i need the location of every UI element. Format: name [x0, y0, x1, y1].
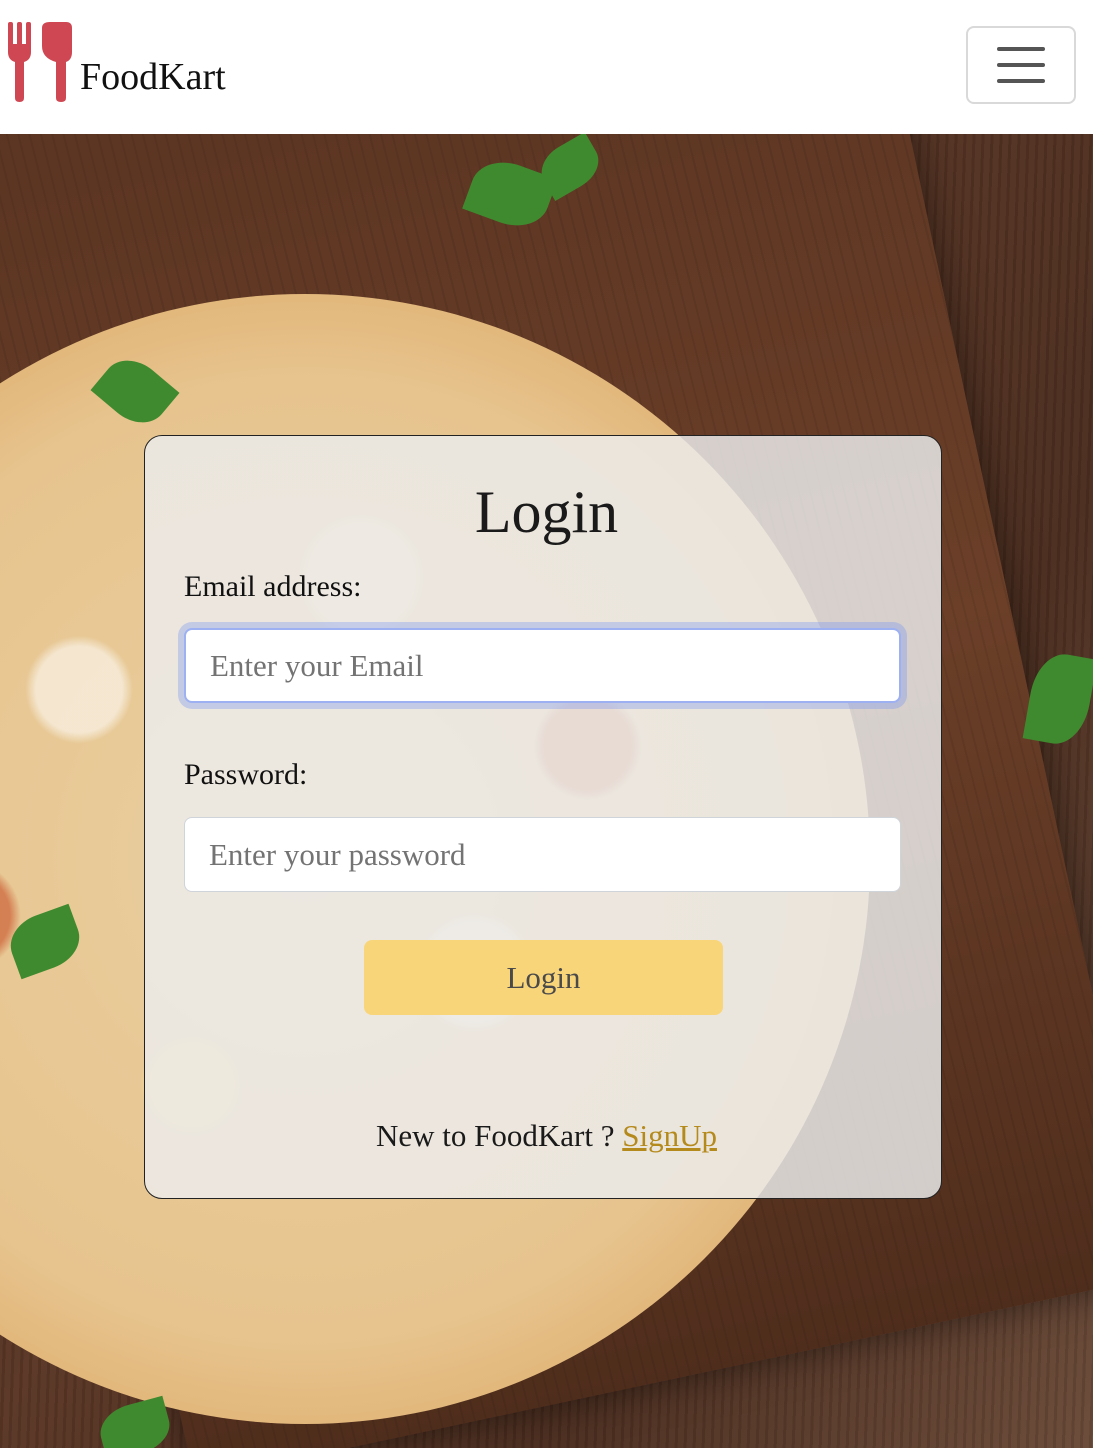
hamburger-icon [997, 47, 1045, 51]
navbar: FoodKart [0, 0, 1093, 134]
login-title: Login [474, 479, 619, 545]
password-label: Password: [184, 758, 308, 791]
fork-knife-icon [8, 22, 72, 102]
email-label: Email address: [184, 570, 362, 603]
signup-prompt-line: New to FoodKart ? SignUp [0, 1118, 1093, 1154]
cilantro-leaf [1022, 649, 1093, 749]
signup-prompt-text: New to FoodKart ? [376, 1118, 615, 1153]
signup-link[interactable]: SignUp [622, 1118, 717, 1153]
navbar-toggle-button[interactable] [966, 26, 1076, 104]
password-input[interactable] [184, 817, 901, 892]
login-button[interactable]: Login [364, 940, 723, 1015]
brand-name: FoodKart [80, 56, 226, 98]
brand[interactable]: FoodKart [8, 22, 226, 102]
hamburger-icon-bar [997, 79, 1045, 83]
hamburger-icon-bar [997, 63, 1045, 67]
email-input[interactable] [184, 628, 901, 703]
cilantro-leaf [94, 1395, 176, 1448]
